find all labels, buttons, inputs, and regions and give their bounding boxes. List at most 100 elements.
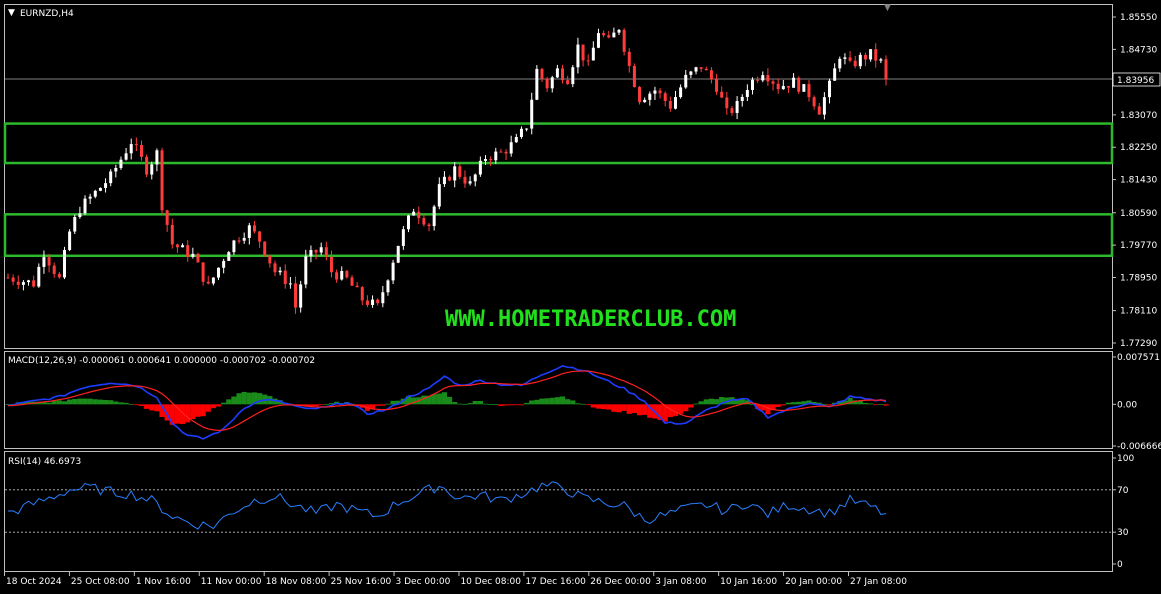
time-tick-label: 10 Jan 16:00 [720, 577, 777, 587]
candle-body [134, 144, 138, 146]
candle-body [222, 260, 226, 268]
candle-body [771, 81, 775, 84]
candle-body [586, 60, 590, 62]
candle-body [278, 270, 282, 273]
candle-body [442, 176, 446, 185]
osma-bar [256, 393, 263, 405]
osma-bar [785, 402, 792, 405]
candle-body [776, 83, 780, 90]
candle-body [355, 285, 359, 288]
candle-body [32, 280, 36, 287]
price-tick-label: 1.82250 [1120, 143, 1157, 153]
osma-bar [554, 397, 560, 405]
candle-body [848, 57, 852, 61]
candle-body [247, 225, 251, 238]
price-tick-label: 1.78950 [1120, 273, 1157, 283]
osma-bar [775, 404, 781, 407]
candle-body [730, 108, 734, 113]
osma-bar [87, 398, 93, 405]
candle-body [150, 164, 154, 175]
candle-body [268, 255, 272, 264]
osma-bar [482, 403, 489, 405]
macd-label: MACD(12,26,9) -0.000061 0.000641 0.00000… [8, 356, 315, 366]
candle-body [437, 184, 441, 207]
osma-bar [539, 398, 545, 405]
candle-body [227, 252, 231, 261]
candle-body [792, 77, 796, 88]
candle-body [165, 210, 169, 225]
macd-tick-label: -0.006666 [1117, 442, 1161, 452]
osma-bar [380, 404, 386, 406]
osma-bar [549, 397, 555, 405]
zone-box [3, 122, 1114, 165]
candle-body [725, 97, 729, 109]
candle-body [365, 300, 369, 305]
chart-menu-icon[interactable]: ▼ [8, 8, 15, 18]
candle-body [181, 245, 185, 248]
osma-bar [585, 404, 591, 406]
candle-body [191, 253, 195, 257]
shift-marker-icon[interactable]: ▼ [884, 3, 891, 13]
osma-bar [467, 403, 473, 405]
trading-chart[interactable]: ▼ EURNZD,H4 ▼ WWW.HOMETRADERCLUB.COM 1.8… [0, 0, 1161, 594]
rsi-tick-label: 70 [1117, 486, 1129, 496]
candle-body [37, 266, 41, 287]
candle-body [576, 44, 580, 68]
candle-body [704, 68, 708, 71]
osma-bar [118, 402, 124, 405]
candle-body [11, 277, 15, 282]
candle-body [155, 150, 159, 165]
time-tick-label: 18 Oct 2024 [6, 577, 62, 587]
candle-body [632, 65, 636, 87]
candle-body [781, 85, 785, 90]
macd-tick-label: 0.00 [1117, 400, 1137, 410]
candle-body [699, 67, 703, 69]
candle-body [340, 271, 344, 280]
candle-body [391, 262, 395, 281]
osma-bar [318, 404, 324, 406]
candle-body [745, 89, 749, 97]
candle-body [853, 60, 857, 67]
candle-body [21, 282, 25, 285]
osma-bar [636, 404, 643, 416]
candle-body [555, 68, 559, 78]
candle-body [468, 181, 472, 184]
candle-body [350, 277, 354, 286]
osma-bar [857, 401, 863, 405]
candle-body [252, 225, 256, 232]
osma-bar [190, 404, 196, 420]
candle-body [124, 153, 128, 160]
osma-bar [544, 398, 550, 405]
candle-body [57, 273, 61, 278]
osma-bar [595, 404, 602, 409]
candle-body [709, 70, 713, 80]
rsi-panel-frame [4, 451, 1113, 572]
candle-body [863, 54, 867, 60]
osma-bar [503, 404, 509, 406]
candle-body [432, 206, 436, 227]
osma-bar [144, 404, 150, 409]
candle-body [427, 224, 431, 227]
candle-body [283, 270, 287, 284]
osma-bar [873, 404, 879, 406]
candle-body [602, 33, 606, 36]
candle-body [535, 68, 539, 100]
osma-bar [72, 399, 78, 405]
osma-bar [488, 404, 494, 405]
candle-body [694, 67, 698, 72]
osma-bar [210, 404, 216, 409]
osma-bar [508, 404, 514, 406]
osma-bar [452, 402, 458, 405]
candle-body [319, 247, 323, 253]
osma-bar [133, 404, 139, 406]
price-tick-label: 1.83070 [1120, 111, 1157, 121]
candle-body [448, 176, 452, 181]
osma-bar [570, 400, 576, 405]
time-tick-label: 11 Nov 00:00 [201, 577, 262, 587]
osma-bar [221, 402, 227, 405]
osma-bar [462, 403, 468, 405]
candle-body [622, 29, 626, 52]
time-tick-label: 25 Oct 08:00 [71, 577, 130, 587]
osma-bar [457, 403, 463, 405]
time-tick-label: 3 Jan 08:00 [655, 577, 707, 587]
